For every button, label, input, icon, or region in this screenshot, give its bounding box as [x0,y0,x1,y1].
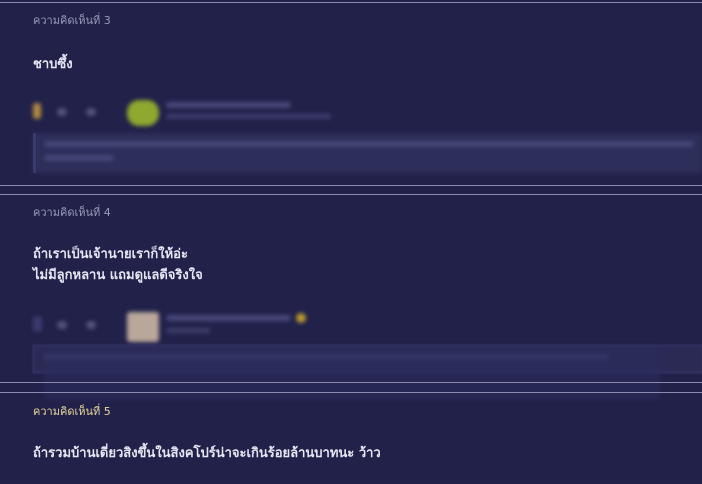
member-badge-icon [296,313,306,323]
reply-text-redacted [44,155,114,161]
vote-down-icon[interactable] [86,108,96,116]
comments-page: ความคิดเห็นที่ 3 ชาบซึ้ง ความคิดเห็นที่ … [0,0,702,484]
member-badge-icon [33,103,41,119]
comment-label: ความคิดเห็นที่ 5 [33,405,111,418]
comment-label: ความคิดเห็นที่ 4 [33,206,111,219]
vote-up-icon[interactable] [57,108,67,116]
comment-divider [0,185,702,186]
timestamp-redacted [166,114,331,119]
comment-divider [0,194,702,195]
comment-divider [0,382,702,383]
quoted-reply-redacted [33,133,702,173]
reply-text-redacted [44,141,694,147]
comment-divider [0,2,702,3]
vote-up-icon[interactable] [57,321,67,329]
comment-body-line: ถ้ารวมบ้านเดี่ยวสิงขึ้นในสิงคโปร์น่าจะเก… [33,446,381,461]
quote-bar [33,133,36,173]
username-redacted [166,315,291,321]
avatar[interactable] [127,100,159,126]
timestamp-redacted [166,328,211,333]
comment-divider [0,392,702,393]
avatar[interactable] [127,312,159,342]
vote-down-icon[interactable] [86,321,96,329]
comment-body-line: ไม่มีลูกหลาน แถมดูแลดีจริงใจ [33,268,203,283]
member-badge-icon [33,316,42,332]
comment-body-line: ถ้าเราเป็นเจ้านายเราก็ให้อ่ะ [33,247,188,262]
comment-label: ความคิดเห็นที่ 3 [33,14,111,27]
comment-body-line: ชาบซึ้ง [33,57,73,72]
username-redacted [166,102,291,108]
